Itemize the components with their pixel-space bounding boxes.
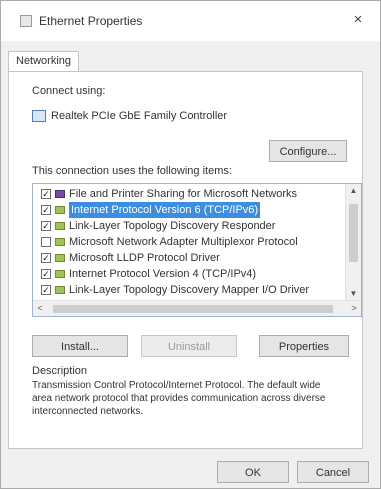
window-title: Ethernet Properties bbox=[39, 14, 143, 28]
item-checkbox[interactable] bbox=[41, 237, 51, 247]
items-list[interactable]: ✓ File and Printer Sharing for Microsoft … bbox=[32, 183, 362, 317]
list-item-label: Link-Layer Topology Discovery Responder bbox=[69, 220, 276, 232]
scroll-left-icon[interactable]: < bbox=[33, 301, 47, 316]
connect-using-label: Connect using: bbox=[32, 85, 106, 97]
vertical-scrollbar[interactable]: ▲ ▼ bbox=[345, 184, 361, 301]
scroll-down-icon[interactable]: ▼ bbox=[346, 287, 361, 301]
item-checkbox[interactable]: ✓ bbox=[41, 205, 51, 215]
service-icon bbox=[55, 190, 65, 198]
list-item-label: Link-Layer Topology Discovery Mapper I/O… bbox=[69, 284, 310, 296]
list-item-label: Internet Protocol Version 4 (TCP/IPv4) bbox=[69, 268, 257, 280]
tab-networking[interactable]: Networking bbox=[8, 51, 80, 72]
ok-button[interactable]: OK bbox=[217, 461, 289, 483]
item-checkbox[interactable]: ✓ bbox=[41, 221, 51, 231]
scroll-up-icon[interactable]: ▲ bbox=[346, 184, 361, 198]
scroll-right-icon[interactable]: > bbox=[347, 301, 361, 316]
protocol-icon bbox=[55, 254, 65, 262]
properties-dialog: Ethernet Properties × Networking Connect… bbox=[0, 0, 381, 489]
list-item-label: Internet Protocol Version 6 (TCP/IPv6) bbox=[69, 202, 261, 218]
list-item[interactable]: ✓ Link-Layer Topology Discovery Responder bbox=[33, 218, 345, 234]
adapter-name: Realtek PCIe GbE Family Controller bbox=[51, 110, 228, 122]
item-checkbox[interactable]: ✓ bbox=[41, 285, 51, 295]
horizontal-scroll-thumb[interactable] bbox=[53, 305, 333, 313]
protocol-icon bbox=[55, 222, 65, 230]
network-adapter-icon bbox=[32, 110, 46, 122]
uninstall-button[interactable]: Uninstall bbox=[141, 335, 237, 357]
list-item[interactable]: ✓ Internet Protocol Version 6 (TCP/IPv6) bbox=[33, 202, 345, 218]
tab-strip: Networking bbox=[1, 41, 380, 72]
install-button[interactable]: Install... bbox=[32, 335, 128, 357]
protocol-icon bbox=[55, 238, 65, 246]
description-title: Description bbox=[32, 365, 88, 377]
description-text: Transmission Control Protocol/Internet P… bbox=[32, 380, 326, 417]
properties-button[interactable]: Properties bbox=[259, 335, 349, 357]
vertical-scroll-thumb[interactable] bbox=[349, 204, 358, 262]
item-checkbox[interactable]: ✓ bbox=[41, 269, 51, 279]
list-item[interactable]: Microsoft Network Adapter Multiplexor Pr… bbox=[33, 234, 345, 250]
close-icon[interactable]: × bbox=[346, 9, 370, 31]
list-item[interactable]: ✓ Internet Protocol Version 4 (TCP/IPv4) bbox=[33, 266, 345, 282]
items-label: This connection uses the following items… bbox=[32, 165, 232, 177]
list-item-label: Microsoft LLDP Protocol Driver bbox=[69, 252, 220, 264]
protocol-icon bbox=[55, 206, 65, 214]
list-item-label: File and Printer Sharing for Microsoft N… bbox=[69, 188, 298, 200]
item-checkbox[interactable]: ✓ bbox=[41, 253, 51, 263]
protocol-icon bbox=[55, 270, 65, 278]
list-item[interactable]: ✓ File and Printer Sharing for Microsoft … bbox=[33, 186, 345, 202]
protocol-icon bbox=[55, 286, 65, 294]
cancel-button[interactable]: Cancel bbox=[297, 461, 369, 483]
list-item[interactable]: ✓ Microsoft LLDP Protocol Driver bbox=[33, 250, 345, 266]
list-item[interactable]: ✓ Link-Layer Topology Discovery Mapper I/… bbox=[33, 282, 345, 298]
item-checkbox[interactable]: ✓ bbox=[41, 189, 51, 199]
horizontal-scrollbar[interactable]: < > bbox=[33, 300, 361, 316]
configure-button[interactable]: Configure... bbox=[269, 140, 347, 162]
list-item-label: Microsoft Network Adapter Multiplexor Pr… bbox=[69, 236, 298, 248]
window-icon bbox=[20, 15, 32, 27]
title-bar[interactable]: Ethernet Properties × bbox=[1, 1, 380, 41]
